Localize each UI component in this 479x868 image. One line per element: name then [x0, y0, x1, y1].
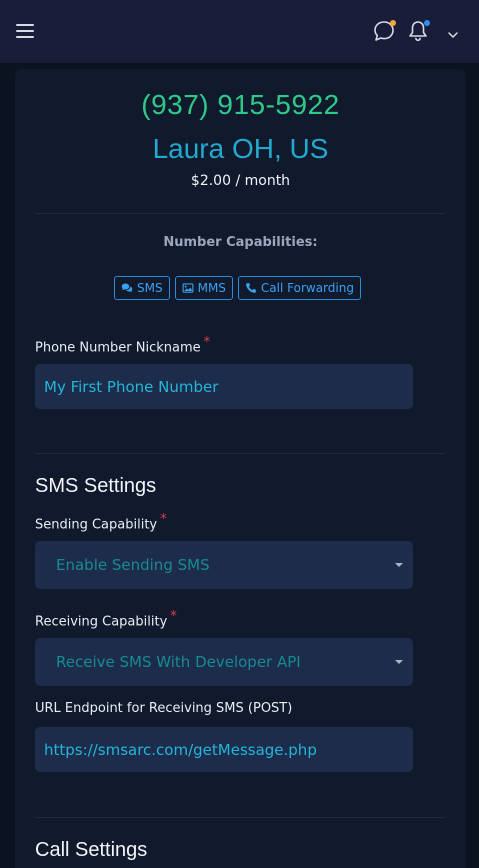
call-settings-title: Call Settings — [35, 839, 148, 861]
endpoint-url-value: https://smsarc.com/getMessage.php — [44, 740, 317, 759]
monthly-price: $2.00 / month — [190, 173, 291, 189]
select-caret-icon — [395, 563, 403, 567]
required-asterisk: * — [170, 609, 177, 624]
bell-icon[interactable] — [405, 18, 431, 44]
required-asterisk: * — [160, 512, 167, 527]
nickname-label-text: Phone Number Nickname — [35, 340, 201, 356]
divider — [35, 817, 445, 818]
chevron-down-icon[interactable] — [446, 26, 460, 38]
capability-badge-label: Call Forwarding — [260, 281, 354, 295]
receiving-capability-label: Receiving Capability * — [35, 609, 177, 629]
chat-bubble-icon[interactable] — [371, 18, 397, 44]
receiving-capability-select[interactable]: Receive SMS With Developer API — [35, 638, 413, 686]
bell-notification-dot — [424, 20, 430, 26]
capability-badge-label: SMS — [137, 281, 163, 295]
image-icon — [182, 283, 194, 293]
capability-badges: SMS MMS Call Forwarding — [114, 276, 361, 300]
capability-badge-call-forwarding: Call Forwarding — [237, 276, 361, 300]
divider — [35, 453, 445, 454]
top-navbar — [0, 0, 479, 63]
nickname-label: Phone Number Nickname * — [35, 335, 210, 355]
hamburger-icon[interactable] — [16, 24, 34, 40]
chat-icon — [121, 283, 133, 293]
endpoint-label: URL Endpoint for Receiving SMS (POST) — [35, 701, 293, 716]
receiving-capability-value: Receive SMS With Developer API — [56, 653, 301, 671]
nickname-input[interactable]: My First Phone Number — [35, 364, 413, 409]
phone-icon — [246, 283, 256, 293]
sending-capability-label-text: Sending Capability — [35, 517, 158, 533]
sending-capability-label: Sending Capability * — [35, 512, 167, 532]
phone-number: (937) 915-5922 — [141, 89, 340, 120]
endpoint-url-input[interactable]: https://smsarc.com/getMessage.php — [35, 727, 413, 772]
divider — [35, 213, 445, 214]
receiving-capability-label-text: Receiving Capability — [35, 614, 168, 630]
sms-settings-title: SMS Settings — [35, 475, 157, 497]
capability-badge-mms: MMS — [174, 276, 233, 300]
capability-badge-sms: SMS — [114, 276, 170, 300]
required-asterisk: * — [203, 335, 211, 350]
chat-notification-dot — [390, 20, 396, 26]
sending-capability-value: Enable Sending SMS — [56, 556, 210, 574]
sending-capability-select[interactable]: Enable Sending SMS — [35, 541, 413, 589]
number-settings-card: (937) 915-5922 Laura OH, US $2.00 / mont… — [15, 69, 466, 868]
select-caret-icon — [395, 660, 403, 664]
capabilities-title: Number Capabilities: — [163, 235, 318, 250]
nickname-value: My First Phone Number — [44, 377, 219, 396]
capability-badge-label: MMS — [197, 281, 226, 295]
number-location: Laura OH, US — [152, 133, 329, 164]
